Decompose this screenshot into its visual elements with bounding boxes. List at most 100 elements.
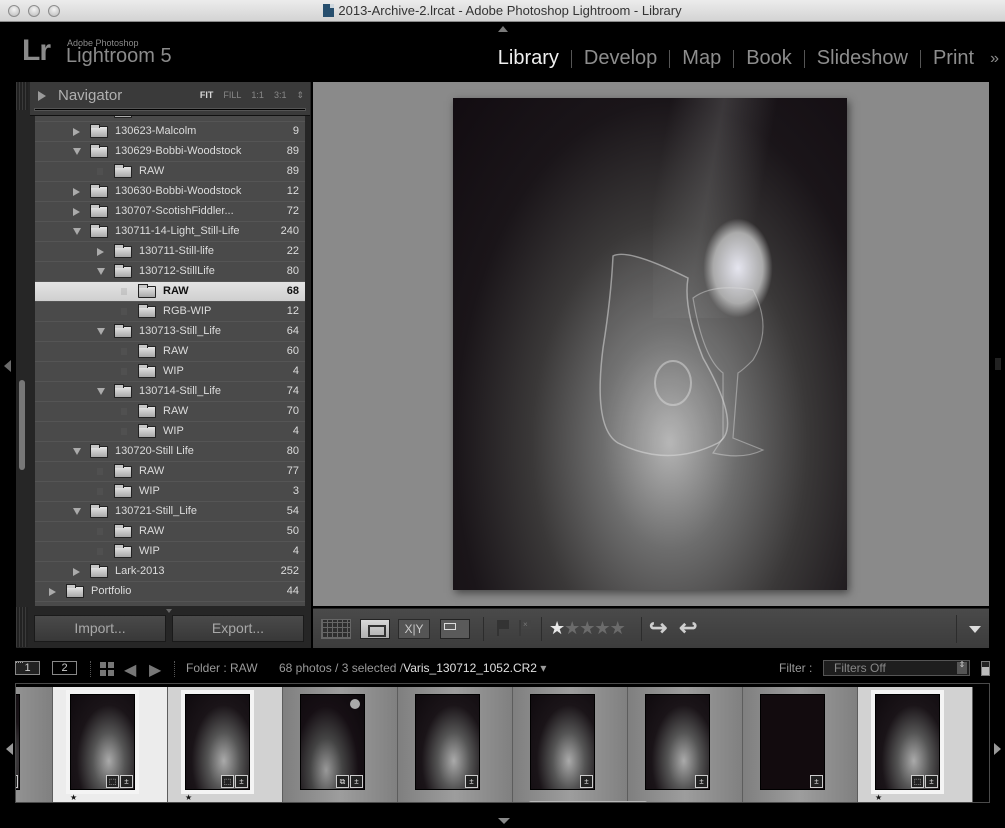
loupe-view-button[interactable] bbox=[360, 619, 390, 639]
filmstrip-scroll-left-icon[interactable] bbox=[6, 743, 13, 755]
crop-badge-icon[interactable]: ⬚ bbox=[911, 775, 924, 788]
filmstrip-cell[interactable]: ⬚ ± ★ bbox=[53, 687, 168, 802]
filmstrip-cell[interactable]: ⧉ ± bbox=[283, 687, 398, 802]
zoom-spinner-icon[interactable]: ⇕ bbox=[296, 90, 304, 101]
disclosure-closed-icon[interactable] bbox=[73, 568, 80, 576]
module-library[interactable]: Library bbox=[486, 47, 571, 70]
photo-thumbnail[interactable]: ⬚ ± bbox=[70, 694, 135, 790]
main-photo-preview[interactable] bbox=[453, 98, 847, 590]
folder-row[interactable]: 130623-Malcolm 9 bbox=[35, 122, 305, 142]
grid-icon[interactable] bbox=[100, 662, 114, 676]
zoom-option-1-1[interactable]: 1:1 bbox=[251, 90, 264, 101]
disclosure-open-icon[interactable] bbox=[97, 388, 105, 395]
disclosure-open-icon[interactable] bbox=[73, 508, 81, 515]
folder-row[interactable]: 130714-Still_Life 74 bbox=[35, 382, 305, 402]
crop-badge-icon[interactable]: ⬚ bbox=[221, 775, 234, 788]
rating-star-icon[interactable]: ★ bbox=[594, 618, 610, 638]
photo-thumbnail[interactable]: ± bbox=[645, 694, 710, 790]
folder-row[interactable]: Lark-2013 252 bbox=[35, 562, 305, 582]
star-rating[interactable]: ★★★★★ bbox=[549, 618, 626, 638]
folder-row[interactable]: Portfolio 44 bbox=[35, 582, 305, 602]
folder-row[interactable]: 130713-Still_Life 64 bbox=[35, 322, 305, 342]
folder-row[interactable]: RAW 89 bbox=[35, 162, 305, 182]
flag-pick-icon[interactable] bbox=[497, 620, 509, 636]
folder-row[interactable]: RAW 68 bbox=[35, 282, 305, 302]
export-button[interactable]: Export... bbox=[172, 615, 304, 642]
filmstrip-scrollbar[interactable] bbox=[529, 801, 647, 802]
photo-thumbnail[interactable]: ⬚ ± bbox=[185, 694, 250, 790]
main-window-button[interactable]: 1 bbox=[15, 661, 40, 675]
compare-view-button[interactable]: X|Y bbox=[398, 619, 430, 639]
develop-badge-icon[interactable]: ± bbox=[925, 775, 938, 788]
disclosure-open-icon[interactable] bbox=[73, 228, 81, 235]
toolbar-content-menu-icon[interactable] bbox=[969, 626, 981, 633]
photo-thumbnail[interactable]: ± bbox=[530, 694, 595, 790]
filmstrip-scroll-right-icon[interactable] bbox=[994, 743, 1001, 755]
folder-row[interactable]: RAW 50 bbox=[35, 522, 305, 542]
disclosure-open-icon[interactable] bbox=[97, 268, 105, 275]
panel-grip-bottom[interactable] bbox=[16, 607, 28, 647]
folder-row[interactable]: 130630-Bobbi-Woodstock 12 bbox=[35, 182, 305, 202]
filmstrip-cell[interactable]: ± bbox=[398, 687, 513, 802]
disclosure-open-icon[interactable] bbox=[73, 448, 81, 455]
develop-badge-icon[interactable]: ± bbox=[465, 775, 478, 788]
left-panel-toggle-icon[interactable] bbox=[4, 360, 11, 372]
folder-row[interactable]: 130720-Still Life 80 bbox=[35, 442, 305, 462]
module-slideshow[interactable]: Slideshow bbox=[805, 47, 920, 70]
folder-row[interactable]: 130707-ScotishFiddler... 72 bbox=[35, 202, 305, 222]
develop-badge-icon[interactable]: ± bbox=[580, 775, 593, 788]
right-panel-toggle-icon[interactable] bbox=[995, 358, 1001, 370]
photo-thumbnail[interactable]: ± bbox=[16, 694, 20, 790]
disclosure-closed-icon[interactable] bbox=[73, 208, 80, 216]
filename-dropdown-icon[interactable]: ▾ bbox=[540, 661, 546, 675]
disclosure-closed-icon[interactable] bbox=[97, 248, 104, 256]
folder-row[interactable]: RGB-WIP 12 bbox=[35, 302, 305, 322]
disclosure-closed-icon[interactable] bbox=[73, 188, 80, 196]
develop-badge-icon[interactable]: ± bbox=[16, 775, 18, 788]
zoom-option-3-1[interactable]: 3:1 bbox=[274, 90, 287, 101]
zoom-option-fill[interactable]: FILL bbox=[223, 90, 241, 101]
develop-badge-icon[interactable]: ± bbox=[120, 775, 133, 788]
survey-view-button[interactable] bbox=[440, 619, 470, 639]
module-book[interactable]: Book bbox=[734, 47, 804, 70]
filmstrip-cell[interactable]: ± bbox=[513, 687, 628, 802]
folder-row[interactable]: 130711-Still-life 22 bbox=[35, 242, 305, 262]
develop-badge-icon[interactable]: ± bbox=[235, 775, 248, 788]
more-modules-icon[interactable]: » bbox=[986, 50, 999, 68]
disclosure-open-icon[interactable] bbox=[97, 328, 105, 335]
filter-lock-toggle[interactable] bbox=[981, 661, 990, 676]
module-print[interactable]: Print bbox=[921, 47, 986, 70]
rating-star-icon[interactable]: ★ bbox=[549, 618, 565, 638]
left-panel-scrollbar[interactable] bbox=[19, 380, 25, 470]
bottom-panel-toggle-icon[interactable] bbox=[498, 818, 510, 824]
folder-row[interactable]: RAW 60 bbox=[35, 342, 305, 362]
secondary-window-button[interactable]: 2 bbox=[52, 661, 77, 675]
navigator-panel-header[interactable]: Navigator FIT FILL 1:1 3:1 ⇕ bbox=[30, 82, 310, 116]
current-filename[interactable]: Varis_130712_1052.CR2 bbox=[403, 661, 537, 675]
filter-select[interactable]: Filters Off ⇕ bbox=[823, 660, 970, 676]
develop-badge-icon[interactable]: ± bbox=[810, 775, 823, 788]
develop-badge-icon[interactable]: ± bbox=[350, 775, 363, 788]
disclosure-closed-icon[interactable] bbox=[49, 588, 56, 596]
import-button[interactable]: Import... bbox=[34, 615, 166, 642]
crop-badge-icon[interactable]: ⬚ bbox=[106, 775, 119, 788]
filmstrip-cell[interactable]: ⬚ ± ★ bbox=[168, 687, 283, 802]
module-map[interactable]: Map bbox=[670, 47, 733, 70]
folder-row[interactable]: RAW 77 bbox=[35, 462, 305, 482]
back-arrow-icon[interactable]: ◀ bbox=[124, 660, 136, 680]
folder-row[interactable]: WIP 3 bbox=[35, 482, 305, 502]
disclosure-closed-icon[interactable] bbox=[73, 128, 80, 136]
rating-star-icon[interactable]: ★ bbox=[610, 618, 626, 638]
filmstrip-cell[interactable]: ± bbox=[16, 687, 53, 802]
folder-row[interactable]: WIP 4 bbox=[35, 362, 305, 382]
flag-reject-icon[interactable]: × bbox=[519, 620, 531, 636]
folder-row[interactable]: WIP 4 bbox=[35, 422, 305, 442]
top-panel-toggle-icon[interactable] bbox=[498, 26, 508, 32]
filmstrip-cell[interactable]: ± bbox=[628, 687, 743, 802]
navigator-expand-icon[interactable] bbox=[38, 91, 46, 101]
rating-star-icon[interactable]: ★ bbox=[564, 618, 580, 638]
filmstrip-cell[interactable]: ⬚ ± ★ bbox=[858, 687, 973, 802]
photo-thumbnail[interactable]: ± bbox=[760, 694, 825, 790]
photo-thumbnail[interactable]: ± bbox=[415, 694, 480, 790]
photo-thumbnail[interactable]: ⧉ ± bbox=[300, 694, 365, 790]
